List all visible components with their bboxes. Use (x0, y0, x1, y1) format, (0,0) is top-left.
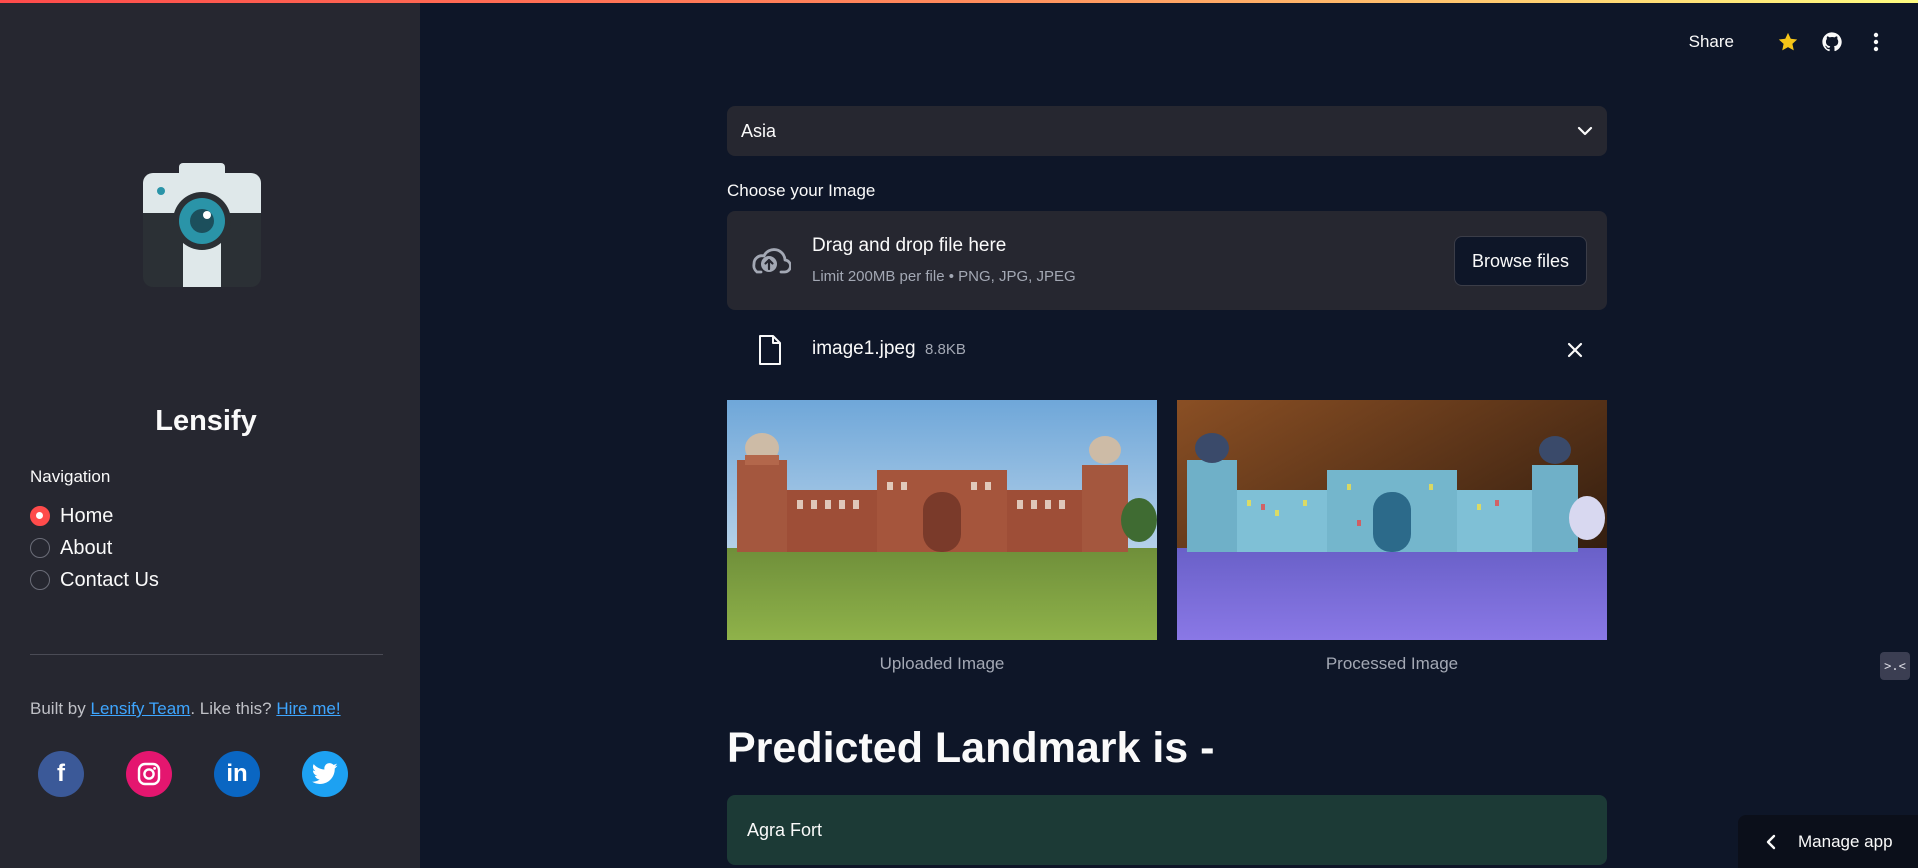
chevron-down-icon (1577, 126, 1593, 136)
nav-radio-label: Home (60, 504, 114, 527)
app-title: Lensify (155, 405, 257, 437)
nav-radio-label: Contact Us (60, 568, 159, 591)
nav-radio-label: About (60, 536, 113, 559)
social-links: f in (38, 751, 390, 797)
uploaded-file-row: image1.jpeg 8.8KB (727, 330, 1607, 370)
navigation-label: Navigation (30, 467, 111, 486)
radio-checked-icon[interactable] (30, 506, 50, 526)
manage-app-button[interactable]: Manage app (1738, 815, 1918, 868)
close-icon[interactable] (1563, 338, 1587, 362)
prediction-result-box: Agra Fort (727, 795, 1607, 865)
processed-image-caption: Processed Image (1325, 654, 1459, 673)
camera-logo-icon (143, 163, 261, 287)
radio-unchecked-icon[interactable] (30, 570, 50, 590)
upload-label: Choose your Image (727, 181, 876, 200)
dropzone-limits: Limit 200MB per file • PNG, JPG, JPEG (812, 268, 1076, 285)
cloud-upload-icon (752, 248, 791, 274)
status-widget-icon[interactable]: >.< (1880, 652, 1910, 680)
navigation-radio-group: Home About Contact Us (30, 500, 159, 596)
sidebar-divider (30, 654, 383, 655)
sidebar: Lensify Navigation Home About Contact Us… (0, 0, 420, 868)
region-select-value: Asia (741, 120, 777, 141)
built-by-text: Built by Lensify Team. Like this? Hire m… (30, 699, 341, 719)
instagram-icon[interactable] (126, 751, 172, 797)
file-icon (759, 335, 781, 365)
file-name: image1.jpeg (812, 338, 916, 359)
star-icon[interactable] (1776, 30, 1800, 54)
built-by-prefix: Built by (30, 699, 91, 718)
browse-files-button[interactable]: Browse files (1454, 236, 1587, 286)
file-dropzone[interactable]: Drag and drop file here Limit 200MB per … (727, 211, 1607, 310)
header-actions: Share (1689, 30, 1888, 54)
manage-app-label: Manage app (1798, 831, 1893, 851)
lensify-team-link[interactable]: Lensify Team (90, 699, 190, 718)
uploaded-image-caption: Uploaded Image (879, 654, 1005, 673)
more-vertical-icon[interactable] (1864, 30, 1888, 54)
share-button[interactable]: Share (1689, 32, 1734, 52)
processed-image (1177, 400, 1607, 640)
dropzone-title: Drag and drop file here (812, 235, 1007, 256)
nav-radio-about[interactable]: About (30, 532, 159, 564)
region-select[interactable]: Asia (727, 106, 1607, 156)
uploaded-image (727, 400, 1157, 640)
nav-radio-contact-us[interactable]: Contact Us (30, 564, 159, 596)
predicted-landmark-heading: Predicted Landmark is - (727, 724, 1215, 772)
top-accent-line (0, 0, 1918, 3)
hire-me-link[interactable]: Hire me! (276, 699, 340, 718)
github-icon[interactable] (1820, 30, 1844, 54)
facebook-icon[interactable]: f (38, 751, 84, 797)
predicted-landmark-value: Agra Fort (747, 819, 823, 840)
file-size: 8.8KB (925, 341, 966, 358)
twitter-bird-icon (312, 763, 338, 784)
instagram-glyph-icon (137, 762, 161, 786)
radio-unchecked-icon[interactable] (30, 538, 50, 558)
twitter-icon[interactable] (302, 751, 348, 797)
linkedin-icon[interactable]: in (214, 751, 260, 797)
nav-radio-home[interactable]: Home (30, 500, 159, 532)
built-by-mid: . Like this? (190, 699, 277, 718)
chevron-left-icon (1766, 834, 1776, 849)
